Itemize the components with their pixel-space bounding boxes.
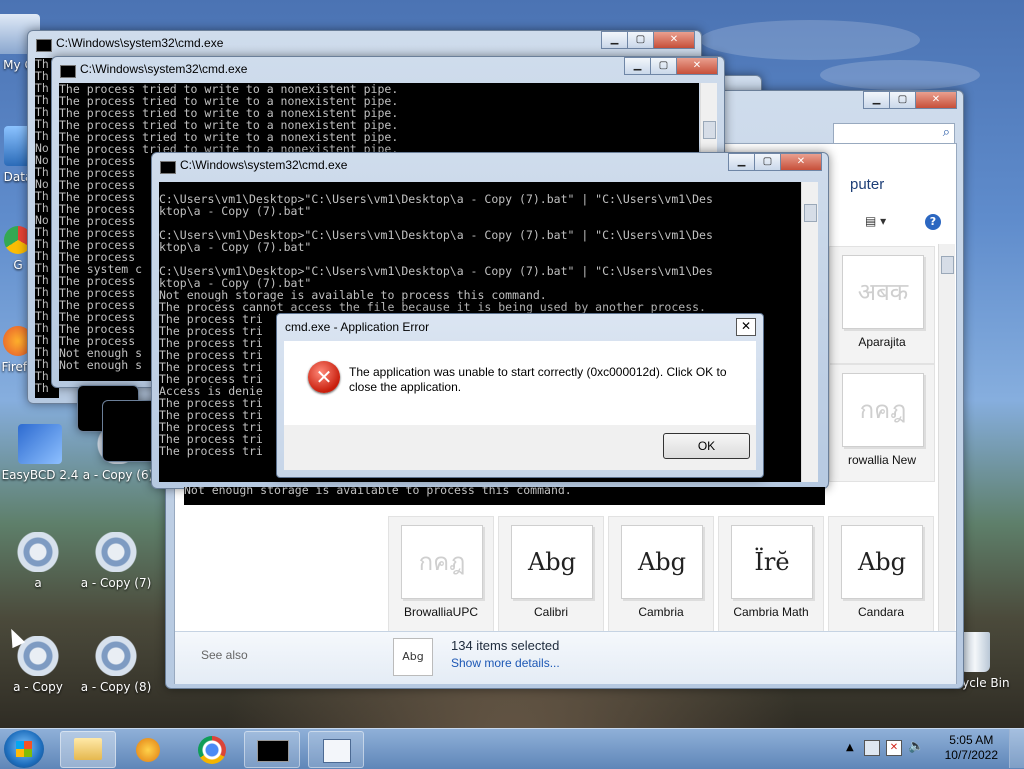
- console-output-lower: Not enough storage is available to proce…: [184, 487, 825, 505]
- view-options[interactable]: ▤ ▾: [865, 214, 886, 228]
- scroll-thumb[interactable]: [703, 121, 716, 139]
- clock[interactable]: 5:05 AM 10/7/2022: [945, 733, 998, 763]
- recycle-bin-icon: [960, 632, 990, 672]
- maximize-button[interactable]: ▢: [754, 153, 781, 171]
- show-more-details-link[interactable]: Show more details...: [451, 656, 560, 670]
- font-item[interactable]: Abg Candara: [828, 516, 934, 634]
- window-controls: ▁ ▢ ✕: [863, 91, 957, 109]
- error-icon: ✕: [308, 361, 340, 393]
- show-desktop-button[interactable]: [1009, 729, 1024, 768]
- cmd-icon: [60, 65, 76, 78]
- details-pane: See also Abg 134 items selected Show mor…: [175, 631, 956, 684]
- window-controls: ▁ ▢ ✕: [728, 153, 822, 171]
- desktop-icon-a[interactable]: a: [0, 532, 78, 590]
- dialog-button-bar: OK: [284, 425, 756, 470]
- address-title-partial: puter: [850, 176, 885, 193]
- font-item[interactable]: अबक Aparajita: [829, 246, 935, 364]
- easybcd-icon: [18, 424, 62, 464]
- help-icon[interactable]: ?: [925, 214, 941, 230]
- batch-file-icon: [94, 532, 138, 572]
- chrome-icon: [198, 736, 226, 764]
- taskbar-chrome-button[interactable]: [184, 731, 240, 768]
- close-button[interactable]: ✕: [780, 153, 822, 171]
- cmd-icon: [160, 161, 176, 174]
- batch-file-icon: [16, 532, 60, 572]
- close-button[interactable]: ✕: [653, 31, 695, 49]
- show-hidden-icons-button[interactable]: ▲: [846, 742, 854, 753]
- volume-icon[interactable]: 🔈: [908, 739, 924, 754]
- application-error-dialog[interactable]: cmd.exe - Application Error ✕ ✕ The appl…: [276, 313, 764, 478]
- taskbar-explorer-button[interactable]: [60, 731, 116, 768]
- dialog-content: ✕ The application was unable to start co…: [284, 341, 756, 425]
- windows-logo-icon: [16, 741, 32, 757]
- network-icon[interactable]: [864, 740, 880, 756]
- close-button[interactable]: ✕: [915, 91, 957, 109]
- clock-time: 5:05 AM: [949, 733, 994, 747]
- vertical-scrollbar[interactable]: [801, 182, 818, 482]
- ok-button[interactable]: OK: [663, 433, 750, 459]
- vertical-scrollbar[interactable]: [938, 244, 955, 674]
- cmd-icon: [257, 740, 289, 762]
- desktop-icon-easybcd[interactable]: EasyBCD 2.4: [0, 424, 80, 482]
- font-item[interactable]: กคฎ rowallia New: [829, 364, 935, 482]
- maximize-button[interactable]: ▢: [889, 91, 916, 109]
- folder-icon: [74, 738, 102, 760]
- maximize-button[interactable]: ▢: [650, 57, 677, 75]
- search-box[interactable]: ⌕: [833, 123, 955, 145]
- maximize-button[interactable]: ▢: [627, 31, 654, 49]
- window-controls: ▁ ▢ ✕: [624, 57, 718, 75]
- taskbar-fonts-button[interactable]: [308, 731, 364, 768]
- taskbar: ▲ ✕ 🔈 5:05 AM 10/7/2022: [0, 728, 1024, 769]
- font-item[interactable]: Ïrĕ Cambria Math: [718, 516, 824, 634]
- cmd-icon: [36, 39, 52, 52]
- see-also-label: See also: [201, 648, 248, 662]
- selection-count: 134 items selected: [451, 638, 560, 653]
- minimize-button[interactable]: ▁: [863, 91, 890, 109]
- font-file-icon: Abg: [393, 638, 433, 676]
- desktop-icon-a-copy-7[interactable]: a - Copy (7): [76, 532, 156, 590]
- clock-date: 10/7/2022: [944, 748, 998, 762]
- font-item[interactable]: Abg Cambria: [608, 516, 714, 634]
- action-center-icon[interactable]: ✕: [886, 740, 902, 756]
- window-icon: [323, 739, 351, 763]
- desktop: My C Data G Firefo EasyBCD 2.4 a - Copy …: [0, 0, 1024, 728]
- scroll-thumb[interactable]: [804, 204, 817, 222]
- minimize-button[interactable]: ▁: [624, 57, 651, 75]
- font-item[interactable]: Abg Calibri: [498, 516, 604, 634]
- dialog-title: cmd.exe - Application Error: [285, 320, 430, 334]
- scroll-thumb[interactable]: [941, 256, 954, 274]
- taskbar-media-player-button[interactable]: [120, 731, 176, 768]
- minimize-button[interactable]: ▁: [601, 31, 628, 49]
- search-icon: ⌕: [942, 125, 950, 140]
- start-button[interactable]: [4, 730, 44, 768]
- media-player-icon: [136, 738, 160, 762]
- close-button[interactable]: ✕: [676, 57, 718, 75]
- desktop-icon-a-copy-8[interactable]: a - Copy (8): [76, 636, 156, 694]
- dialog-close-button[interactable]: ✕: [736, 318, 756, 336]
- font-item[interactable]: กคฎ BrowalliaUPC: [388, 516, 494, 634]
- dialog-message: The application was unable to start corr…: [349, 365, 727, 394]
- window-controls: ▁ ▢ ✕: [601, 31, 695, 49]
- taskbar-cmd-button[interactable]: [244, 731, 300, 768]
- batch-file-icon: [94, 636, 138, 676]
- minimize-button[interactable]: ▁: [728, 153, 755, 171]
- system-tray: ▲ ✕ 🔈 5:05 AM 10/7/2022: [834, 729, 1024, 769]
